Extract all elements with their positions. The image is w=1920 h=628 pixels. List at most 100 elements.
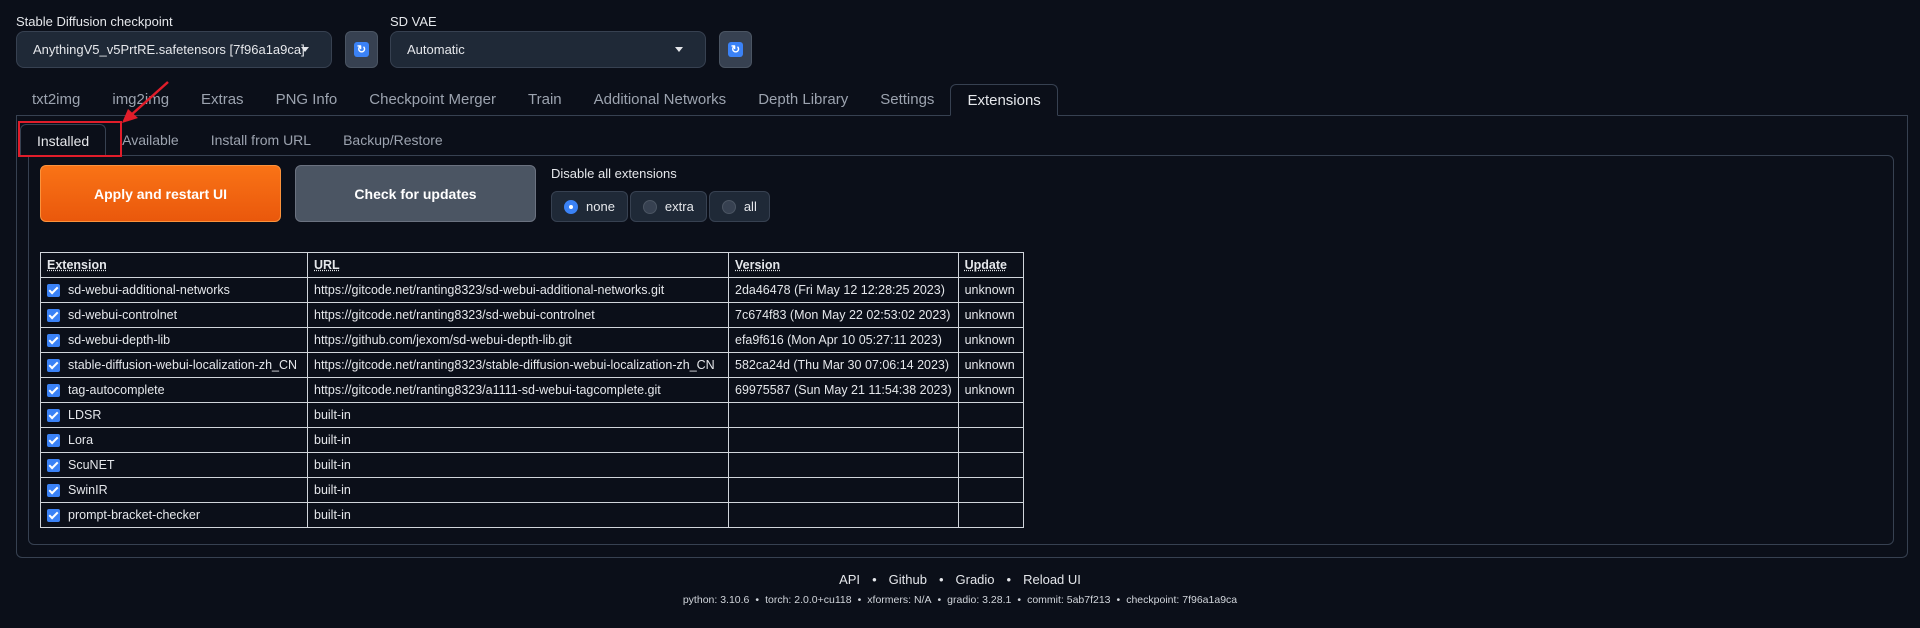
extension-cell: sd-webui-controlnet bbox=[40, 302, 308, 328]
table-row: LDSR built-in bbox=[40, 402, 1024, 428]
tab-checkpoint-merger[interactable]: Checkpoint Merger bbox=[353, 84, 512, 116]
apply-restart-button[interactable]: Apply and restart UI bbox=[40, 165, 281, 222]
refresh-checkpoint-button[interactable]: ↻ bbox=[345, 31, 378, 68]
tab-png-info[interactable]: PNG Info bbox=[260, 84, 354, 116]
vae-label: SD VAE bbox=[390, 14, 437, 29]
extension-cell: prompt-bracket-checker bbox=[40, 502, 308, 528]
version-info-item: commit: 5ab7f213 bbox=[1027, 594, 1111, 606]
extension-cell: ScuNET bbox=[40, 452, 308, 478]
extension-name: stable-diffusion-webui-localization-zh_C… bbox=[68, 357, 298, 372]
checkpoint-select[interactable]: AnythingV5_v5PrtRE.safetensors [7f96a1a9… bbox=[16, 31, 332, 68]
extension-version bbox=[728, 427, 959, 453]
footer-version-info: python: 3.10.6 • torch: 2.0.0+cu118 • xforme… bbox=[0, 594, 1920, 606]
extension-enabled-checkbox[interactable] bbox=[47, 359, 60, 373]
extension-url: https://github.com/jexom/sd-webui-depth-… bbox=[307, 327, 729, 353]
extension-url: built-in bbox=[307, 427, 729, 453]
extension-name: sd-webui-additional-networks bbox=[68, 282, 230, 297]
subtab-backup-restore[interactable]: Backup/Restore bbox=[327, 124, 459, 156]
extension-version bbox=[728, 402, 959, 428]
table-row: prompt-bracket-checker built-in bbox=[40, 502, 1024, 528]
extension-update-status: unknown bbox=[957, 377, 1024, 403]
version-info-item: xformers: N/A bbox=[867, 594, 932, 606]
extension-cell: Lora bbox=[40, 427, 308, 453]
checkpoint-label: Stable Diffusion checkpoint bbox=[16, 14, 173, 29]
radio-all[interactable]: all bbox=[708, 191, 770, 222]
extension-cell: tag-autocomplete bbox=[40, 377, 308, 403]
subtab-install-from-url[interactable]: Install from URL bbox=[195, 124, 327, 156]
table-row: sd-webui-controlnet https://gitcode.net/r… bbox=[40, 302, 1024, 328]
extension-update-status bbox=[957, 402, 1024, 428]
extension-name: tag-autocomplete bbox=[68, 382, 165, 397]
radio-label: extra bbox=[664, 199, 694, 214]
extension-url: https://gitcode.net/ranting8323/sd-webui… bbox=[307, 277, 729, 303]
radio-label: none bbox=[586, 199, 615, 214]
extension-name: Lora bbox=[68, 432, 94, 447]
extension-url: built-in bbox=[307, 402, 729, 428]
extension-enabled-checkbox[interactable] bbox=[47, 509, 60, 523]
radio-dot-icon bbox=[721, 199, 736, 214]
tab-train[interactable]: Train bbox=[512, 84, 578, 116]
checkpoint-value: AnythingV5_v5PrtRE.safetensors [7f96a1a9… bbox=[33, 42, 305, 57]
extension-name: sd-webui-controlnet bbox=[68, 307, 178, 322]
separator: • bbox=[1006, 572, 1012, 587]
version-info-item: checkpoint: 7f96a1a9ca bbox=[1126, 594, 1238, 606]
column-header-url: URL bbox=[307, 252, 729, 278]
extension-enabled-checkbox[interactable] bbox=[47, 459, 60, 473]
tab-settings[interactable]: Settings bbox=[864, 84, 950, 116]
disable-extensions-label: Disable all extensions bbox=[551, 166, 677, 181]
footer-link-github[interactable]: Github bbox=[889, 572, 927, 587]
table-row: ScuNET built-in bbox=[40, 452, 1024, 478]
extension-version: efa9f616 (Mon Apr 10 05:27:11 2023) bbox=[728, 327, 959, 353]
disable-extensions-radio-group: none extra all bbox=[551, 191, 770, 222]
extension-version bbox=[728, 477, 959, 503]
vae-select[interactable]: Automatic bbox=[390, 31, 706, 68]
extension-url: https://gitcode.net/ranting8323/a1111-sd… bbox=[307, 377, 729, 403]
footer-link-reload-ui[interactable]: Reload UI bbox=[1023, 572, 1081, 587]
extension-url: https://gitcode.net/ranting8323/stable-d… bbox=[307, 352, 729, 378]
extension-enabled-checkbox[interactable] bbox=[47, 309, 60, 323]
check-updates-button[interactable]: Check for updates bbox=[295, 165, 536, 222]
tab-txt2img[interactable]: txt2img bbox=[16, 84, 96, 116]
extension-update-status bbox=[957, 502, 1024, 528]
extension-version: 2da46478 (Fri May 12 12:28:25 2023) bbox=[728, 277, 959, 303]
column-header-version: Version bbox=[728, 252, 959, 278]
extension-enabled-checkbox[interactable] bbox=[47, 434, 60, 448]
tab-extensions[interactable]: Extensions bbox=[950, 84, 1058, 116]
extension-enabled-checkbox[interactable] bbox=[47, 334, 60, 348]
tab-extras[interactable]: Extras bbox=[185, 84, 260, 116]
radio-extra[interactable]: extra bbox=[629, 191, 707, 222]
extension-enabled-checkbox[interactable] bbox=[47, 484, 60, 498]
chevron-down-icon bbox=[675, 47, 683, 52]
extension-update-status bbox=[957, 427, 1024, 453]
extension-cell: SwinIR bbox=[40, 477, 308, 503]
radio-dot-icon bbox=[642, 199, 657, 214]
tab-additional-networks[interactable]: Additional Networks bbox=[578, 84, 743, 116]
table-row: sd-webui-depth-lib https://github.com/jex… bbox=[40, 327, 1024, 353]
extension-enabled-checkbox[interactable] bbox=[47, 409, 60, 423]
separator: • bbox=[755, 594, 760, 606]
extension-enabled-checkbox[interactable] bbox=[47, 284, 60, 298]
column-header-update: Update bbox=[957, 252, 1024, 278]
table-row: sd-webui-additional-networks https://gitc… bbox=[40, 277, 1024, 303]
footer-link-api[interactable]: API bbox=[839, 572, 860, 587]
extension-update-status bbox=[957, 477, 1024, 503]
extensions-table-body: sd-webui-additional-networks https://gitc… bbox=[40, 277, 1024, 528]
extension-cell: sd-webui-depth-lib bbox=[40, 327, 308, 353]
extension-enabled-checkbox[interactable] bbox=[47, 384, 60, 398]
separator: • bbox=[1017, 594, 1022, 606]
table-header-row: Extension URL Version Update bbox=[40, 252, 1024, 278]
column-header-extension: Extension bbox=[40, 252, 308, 278]
separator: • bbox=[872, 572, 877, 587]
radio-none[interactable]: none bbox=[551, 191, 628, 222]
footer-links: API • Github • Gradio • Reload UI bbox=[0, 572, 1920, 587]
annotation-arrow-icon bbox=[122, 81, 169, 123]
extension-version: 582ca24d (Thu Mar 30 07:06:14 2023) bbox=[728, 352, 959, 378]
separator: • bbox=[857, 594, 862, 606]
footer-link-gradio[interactable]: Gradio bbox=[956, 572, 995, 587]
version-info-item: gradio: 3.28.1 bbox=[947, 594, 1012, 606]
refresh-vae-button[interactable]: ↻ bbox=[719, 31, 752, 68]
extension-update-status: unknown bbox=[957, 302, 1024, 328]
extension-update-status: unknown bbox=[957, 277, 1024, 303]
extension-update-status: unknown bbox=[957, 352, 1024, 378]
tab-depth-library[interactable]: Depth Library bbox=[742, 84, 864, 116]
